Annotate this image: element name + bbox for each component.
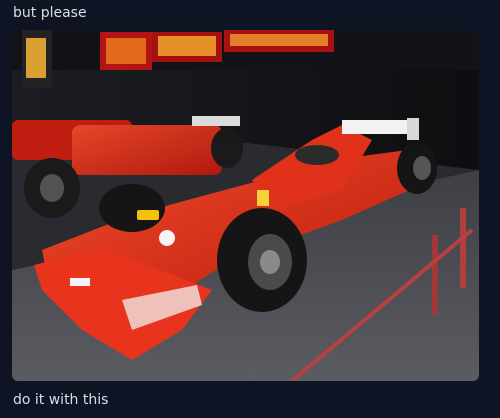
image-attachment[interactable] <box>12 30 479 381</box>
attachment-photo <box>12 30 479 381</box>
message-text: do it with this <box>13 392 109 408</box>
message-text: but please <box>13 5 87 21</box>
